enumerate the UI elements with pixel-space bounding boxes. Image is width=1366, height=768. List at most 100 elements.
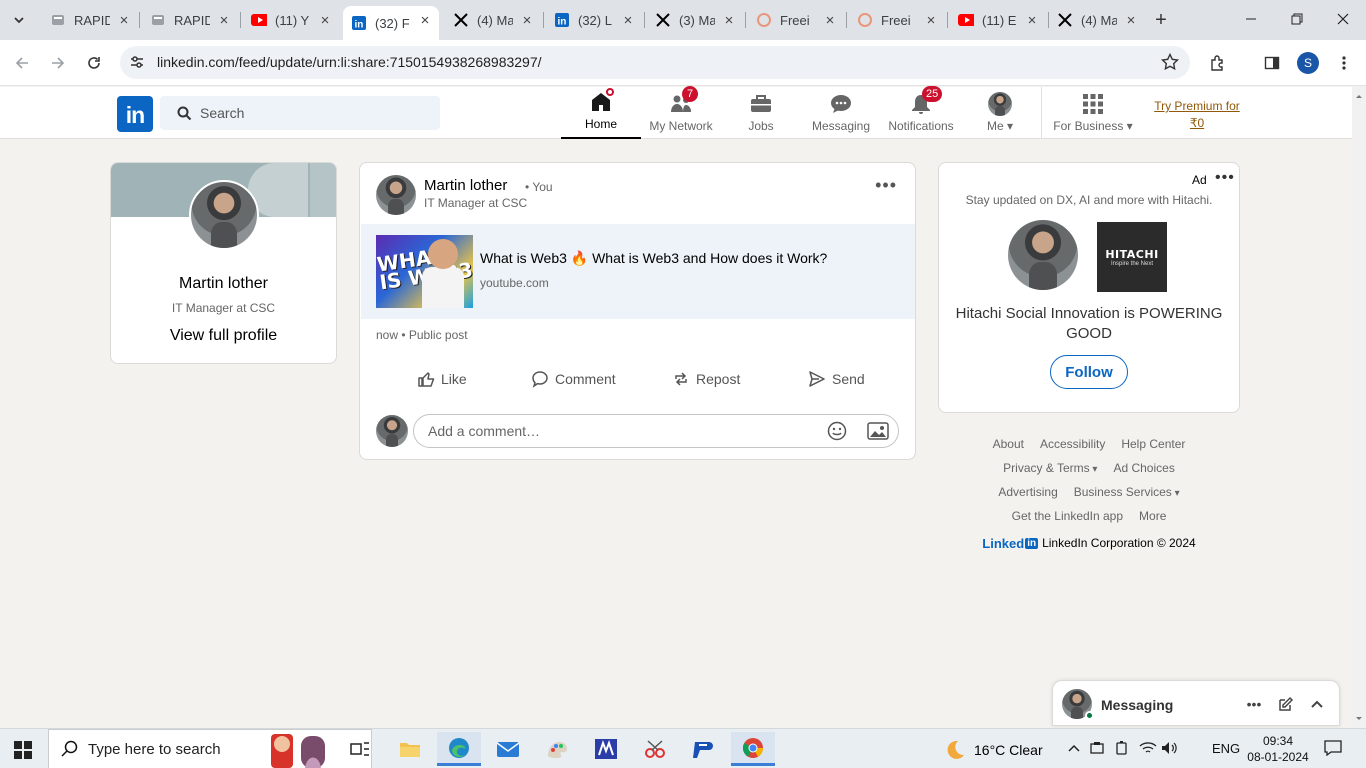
tab-close-icon[interactable]: ×: [1024, 12, 1040, 29]
nav-home[interactable]: Home: [561, 86, 641, 139]
page-scrollbar[interactable]: [1352, 87, 1366, 728]
nav-notifications[interactable]: 25 Notifications: [881, 86, 961, 139]
tab-close-icon[interactable]: ×: [721, 12, 737, 29]
back-button[interactable]: [10, 51, 34, 75]
footer-get-app-link[interactable]: Get the LinkedIn app: [1012, 509, 1123, 523]
comment-box[interactable]: [413, 414, 899, 448]
footer-advertising-link[interactable]: Advertising: [998, 485, 1057, 499]
try-premium-link[interactable]: Try Premium for ₹0: [1148, 98, 1246, 132]
video-thumbnail[interactable]: WHAT IS WEB3: [376, 235, 473, 308]
ad-headline[interactable]: Hitachi Social Innovation is POWERING GO…: [949, 304, 1229, 344]
hitachi-logo[interactable]: HITACHI Inspire the Next: [1097, 222, 1167, 292]
link-preview[interactable]: WHAT IS WEB3 What is Web3 🔥 What is Web3…: [361, 224, 915, 319]
profile-avatar[interactable]: [189, 180, 259, 250]
linkedin-logo[interactable]: in: [117, 96, 153, 132]
linkedin-search[interactable]: [160, 96, 440, 130]
send-button[interactable]: Send: [808, 363, 865, 395]
language-indicator[interactable]: ENG: [1212, 741, 1240, 756]
footer-privacy-terms-link[interactable]: Privacy & Terms: [1003, 461, 1097, 475]
view-full-profile-link[interactable]: View full profile: [111, 327, 336, 345]
post-author-name[interactable]: Martin lother: [424, 177, 507, 194]
footer-accessibility-link[interactable]: Accessibility: [1040, 437, 1105, 451]
follow-button[interactable]: Follow: [1050, 355, 1128, 389]
footer-business-services-link[interactable]: Business Services: [1074, 485, 1180, 499]
footer-ad-choices-link[interactable]: Ad Choices: [1113, 461, 1174, 475]
snipping-tool-icon[interactable]: [633, 732, 677, 766]
system-clock[interactable]: 09:34 08-01-2024: [1245, 733, 1311, 765]
mail-icon[interactable]: [486, 732, 530, 766]
tab-freepik-2[interactable]: Freei ×: [849, 6, 945, 34]
compose-icon[interactable]: [1277, 695, 1295, 713]
nav-jobs[interactable]: Jobs: [721, 87, 801, 139]
comment-input[interactable]: [428, 415, 808, 447]
reload-button[interactable]: [82, 51, 106, 75]
footer-more-link[interactable]: More: [1139, 509, 1166, 523]
browser-menu-button[interactable]: [1332, 51, 1356, 75]
tab-x-1[interactable]: (4) Ma ×: [445, 6, 541, 34]
tab-close-icon[interactable]: ×: [620, 12, 636, 29]
minimize-button[interactable]: [1240, 8, 1262, 30]
link-title[interactable]: What is Web3 🔥 What is Web3 and How does…: [480, 250, 827, 267]
chrome-icon[interactable]: [731, 732, 775, 766]
battery-icon[interactable]: [1115, 741, 1131, 755]
tab-linkedin-active[interactable]: in (32) F ×: [343, 6, 439, 40]
app-m-icon[interactable]: [584, 732, 628, 766]
file-explorer-icon[interactable]: [388, 732, 432, 766]
notification-center-icon[interactable]: [1324, 740, 1342, 756]
tab-rapid-2[interactable]: RAPID ×: [142, 6, 238, 34]
tray-app-icon[interactable]: [1090, 741, 1106, 755]
nav-me[interactable]: Me ▾: [962, 87, 1038, 139]
messaging-more-icon[interactable]: •••: [1245, 695, 1263, 713]
tab-youtube-1[interactable]: (11) Y ×: [243, 6, 339, 34]
search-input[interactable]: [200, 96, 430, 130]
close-window-button[interactable]: [1332, 8, 1354, 30]
ad-more-options-icon[interactable]: •••: [1215, 169, 1235, 187]
browser-profile-avatar[interactable]: S: [1297, 52, 1319, 74]
task-view-icon[interactable]: [338, 732, 382, 766]
paint-icon[interactable]: [535, 732, 579, 766]
app-p-icon[interactable]: [682, 732, 726, 766]
volume-icon[interactable]: [1161, 741, 1179, 755]
nav-messaging[interactable]: Messaging: [801, 87, 881, 139]
weather-widget[interactable]: 16°C Clear: [944, 739, 1043, 761]
image-icon[interactable]: [867, 421, 889, 441]
footer-about-link[interactable]: About: [993, 437, 1024, 451]
tab-close-icon[interactable]: ×: [116, 12, 132, 29]
tab-close-icon[interactable]: ×: [417, 12, 433, 29]
windows-start-icon[interactable]: [14, 741, 32, 759]
tab-close-icon[interactable]: ×: [216, 12, 232, 29]
extensions-button[interactable]: [1206, 51, 1230, 75]
forward-button[interactable]: [46, 51, 70, 75]
tab-linkedin-2[interactable]: in (32) L ×: [546, 6, 642, 34]
tab-close-icon[interactable]: ×: [822, 12, 838, 29]
emoji-icon[interactable]: [827, 421, 847, 441]
tab-close-icon[interactable]: ×: [317, 12, 333, 29]
wifi-icon[interactable]: [1139, 741, 1157, 755]
taskbar-search-input[interactable]: [88, 730, 258, 768]
tab-rapid-1[interactable]: RAPID ×: [42, 6, 138, 34]
site-settings-icon[interactable]: [129, 54, 145, 70]
nav-for-business[interactable]: For Business ▾: [1046, 87, 1140, 139]
nav-my-network[interactable]: 7 My Network: [641, 86, 721, 139]
url-text[interactable]: linkedin.com/feed/update/urn:li:share:71…: [157, 54, 542, 70]
tab-youtube-2[interactable]: (11) E ×: [950, 6, 1046, 34]
chevron-up-icon[interactable]: [1308, 695, 1326, 713]
tab-x-2[interactable]: (3) Ma ×: [647, 6, 743, 34]
address-bar[interactable]: linkedin.com/feed/update/urn:li:share:71…: [120, 46, 1190, 79]
tab-close-icon[interactable]: ×: [1123, 12, 1139, 29]
repost-button[interactable]: Repost: [672, 363, 740, 395]
footer-help-center-link[interactable]: Help Center: [1121, 437, 1185, 451]
profile-name[interactable]: Martin lother: [111, 275, 336, 293]
like-button[interactable]: Like: [417, 363, 467, 395]
tray-chevron-up-icon[interactable]: [1067, 741, 1081, 755]
post-more-options-icon[interactable]: •••: [875, 175, 897, 196]
tab-close-icon[interactable]: ×: [923, 12, 939, 29]
edge-icon[interactable]: [437, 732, 481, 766]
side-panel-button[interactable]: [1260, 51, 1284, 75]
comment-button[interactable]: Comment: [531, 363, 616, 395]
post-author-avatar[interactable]: [376, 175, 416, 215]
new-tab-button[interactable]: +: [1150, 9, 1172, 31]
tab-x-3[interactable]: (4) Ma ×: [1049, 6, 1145, 34]
messaging-title[interactable]: Messaging: [1101, 697, 1173, 713]
messaging-overlay[interactable]: Messaging •••: [1052, 680, 1340, 726]
